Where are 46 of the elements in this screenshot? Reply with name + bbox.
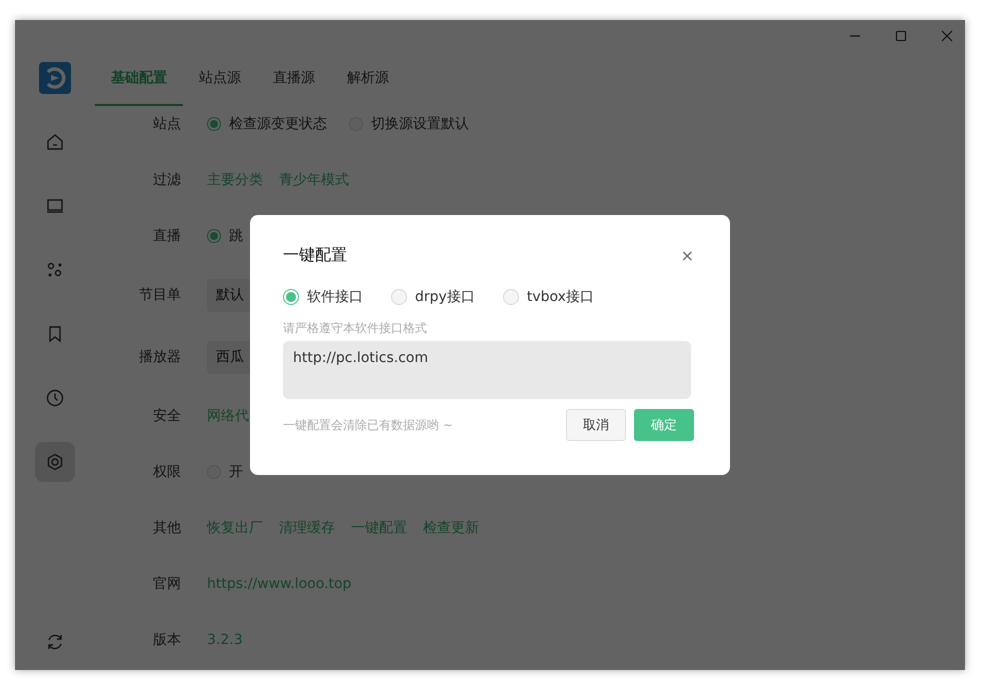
radio-label: 检查源变更状态 [229,115,327,133]
setting-label: 节目单 [138,286,181,304]
radio-label: drpy接口 [415,288,475,306]
setting-label: 版本 [152,631,181,649]
link[interactable]: 恢复出厂 [207,519,263,537]
radio-button[interactable] [283,289,299,305]
link[interactable]: 网络代 [207,407,249,425]
setting-label: 权限 [152,463,181,481]
setting-label: 过滤 [152,171,181,189]
link[interactable]: 一键配置 [351,519,407,537]
cancel-button[interactable]: 取消 [566,409,626,441]
maximize-icon[interactable] [895,30,907,42]
tab[interactable]: 站点源 [183,52,257,106]
setting-label: 站点 [152,115,181,133]
app-logo [39,62,71,94]
close-icon[interactable] [941,30,953,42]
radio-label: 开 [229,463,243,481]
hint-text: 请严格遵守本软件接口格式 [283,320,428,337]
setting-label: 安全 [152,407,181,425]
setting-label: 其他 [152,519,181,537]
setting-label: 播放器 [138,348,181,366]
radio-button[interactable] [207,117,221,131]
radio-label: tvbox接口 [526,288,594,306]
tab[interactable]: 直播源 [257,52,331,106]
settings-icon[interactable] [35,442,75,482]
radio-label: 跳 [229,227,243,245]
link[interactable]: 青少年模式 [279,171,349,189]
close-button[interactable]: × [680,246,694,265]
link[interactable]: 清理缓存 [279,519,335,537]
link[interactable]: 3.2.3 [207,632,243,648]
tab[interactable]: 基础配置 [95,52,183,106]
note-text: 一键配置会清除已有数据源哟 ~ [283,416,454,434]
radio-label: 软件接口 [307,288,363,306]
url-input[interactable]: http://pc.lotics.com [283,341,691,399]
link[interactable]: 检查更新 [423,519,479,537]
setting-label: 官网 [152,575,181,593]
radio-label: 切换源设置默认 [371,115,469,133]
radio-button[interactable] [391,289,407,305]
radio-button[interactable] [207,229,221,243]
radio-button[interactable] [502,289,519,305]
link[interactable]: https://www.looo.top [207,576,352,592]
link[interactable]: 主要分类 [207,171,263,189]
dialog-title: 一键配置 [283,245,347,266]
tab[interactable]: 解析源 [331,52,405,106]
setting-label: 直播 [152,227,181,245]
confirm-button[interactable]: 确定 [634,409,694,441]
